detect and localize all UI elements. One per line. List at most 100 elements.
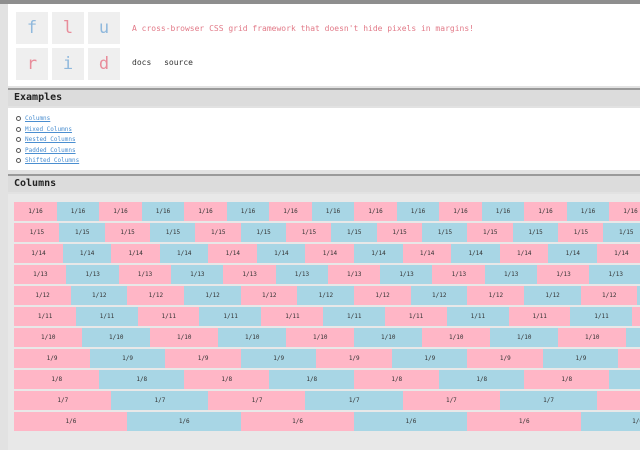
examples-section-bar: Examples	[8, 88, 640, 106]
grid-cell: 1/12	[467, 286, 525, 305]
logo-letter-f: f	[16, 12, 48, 44]
grid-cell: 1/15	[286, 223, 332, 242]
logo-letter-l: l	[52, 12, 84, 44]
grid-cell: 1/9	[14, 349, 91, 368]
grid-cell: 1/10	[150, 328, 219, 347]
grid-row: 1/81/81/81/81/81/81/81/8	[14, 370, 640, 389]
list-item: Columns	[16, 114, 79, 125]
grid-cell: 1/11	[14, 307, 77, 326]
example-link-nested-columns[interactable]: Nested Columns	[25, 136, 76, 143]
grid-cell: 1/16	[566, 202, 610, 221]
grid-cell: 1/8	[14, 370, 100, 389]
grid-cell: 1/14	[62, 244, 112, 263]
grid-cell: 1/16	[524, 202, 567, 221]
grid-cell: 1/12	[184, 286, 242, 305]
grid-cell: 1/10	[490, 328, 559, 347]
grid-cell: 1/11	[570, 307, 633, 326]
columns-panel: 1/16 1/16 1/16 1/16 1/16 1/16 1/16 1/16 1/16 1/16…	[8, 194, 640, 450]
grid-cell: 1/9	[542, 349, 619, 368]
grid-cell: 1/15	[467, 223, 514, 242]
bullet-icon	[16, 158, 21, 163]
grid-cell: 1/7	[14, 391, 112, 410]
grid-cell: 1/16	[481, 202, 525, 221]
grid-cell: 1/11	[261, 307, 324, 326]
grid-row: 1/14 1/14 1/14 1/14 1/14 1/14 1/14 1/14 1/14 1/14…	[14, 244, 640, 263]
grid-cell: 1/15	[422, 223, 468, 242]
grid-cell: 1/16	[609, 202, 640, 221]
grid-cell: 1/13	[537, 265, 590, 284]
grid-cell: 1/13	[589, 265, 640, 284]
grid-cell: 1/14	[548, 244, 598, 263]
grid-cell: 1/14	[499, 244, 549, 263]
grid-cell: 1/10	[218, 328, 287, 347]
grid-cell: 1/14	[402, 244, 452, 263]
tagline: A cross-browser CSS grid framework that …	[132, 24, 474, 33]
grid-cell: 1/10	[14, 328, 83, 347]
grid-cell: 1/8	[524, 370, 610, 389]
grid-cell: 1/9	[240, 349, 317, 368]
nav-docs-link[interactable]: docs	[132, 58, 151, 67]
grid-cell: 1/8	[609, 370, 640, 389]
grid-cell: 1/16	[354, 202, 397, 221]
grid-cell: 1/14	[208, 244, 258, 263]
columns-section-bar: Columns	[8, 174, 640, 192]
grid-cell: 1/8	[184, 370, 270, 389]
grid-cell: 1/11	[75, 307, 139, 326]
examples-heading: Examples	[14, 92, 63, 103]
grid-cell: 1/10	[558, 328, 627, 347]
example-link-columns[interactable]: Columns	[25, 115, 50, 122]
grid-row: 1/91/91/91/91/91/91/91/91/9	[14, 349, 640, 368]
grid-cell: 1/16	[141, 202, 185, 221]
example-link-padded-columns[interactable]: Padded Columns	[25, 147, 76, 154]
grid-cell: 1/12	[14, 286, 72, 305]
grid-cell: 1/13	[118, 265, 172, 284]
grid-cell: 1/13	[66, 265, 120, 284]
grid-cell: 1/14	[354, 244, 404, 263]
grid-row: 1/101/101/101/101/101/101/101/101/101/10	[14, 328, 640, 347]
grid-row: 1/61/61/61/61/61/6	[14, 412, 640, 431]
grid-row: 1/11 1/11 1/11 1/11 1/11 1/11 1/11 1/11 1/11 1/11…	[14, 307, 640, 326]
grid-cell: 1/6	[580, 412, 640, 431]
grid-cell: 1/15	[14, 223, 60, 242]
grid-cell: 1/11	[199, 307, 262, 326]
grid-cell: 1/9	[165, 349, 242, 368]
grid-cell: 1/16	[311, 202, 355, 221]
grid-cell: 1/15	[59, 223, 106, 242]
grid-cell: 1/15	[558, 223, 604, 242]
grid-cell: 1/9	[89, 349, 166, 368]
grid-cell: 1/13	[380, 265, 433, 284]
grid-cell: 1/6	[467, 412, 582, 431]
logo-letter-u: u	[88, 12, 120, 44]
bullet-icon	[16, 147, 21, 153]
grid-cell: 1/12	[410, 286, 468, 305]
list-item: Nested Columns	[16, 135, 79, 146]
grid-cell: 1/16	[184, 202, 227, 221]
columns-heading: Columns	[14, 178, 57, 189]
grid-cell: 1/10	[82, 328, 151, 347]
nav-links: docs source	[132, 58, 201, 67]
grid-cell: 1/11	[508, 307, 571, 326]
grid-row: 1/13 1/13 1/13 1/13 1/13 1/13 1/13 1/13 1/13 1/13…	[14, 265, 640, 284]
grid-cell: 1/16	[14, 202, 57, 221]
examples-panel: Columns Mixed Columns Nested Columns Pad…	[8, 108, 640, 170]
example-link-mixed-columns[interactable]: Mixed Columns	[25, 126, 72, 133]
grid-cell: 1/11	[137, 307, 200, 326]
nav-source-link[interactable]: source	[164, 58, 193, 67]
grid-cell: 1/7	[402, 391, 501, 410]
grid-cell: 1/6	[354, 412, 468, 431]
grid-cell: 1/10	[286, 328, 355, 347]
grid-cell: 1/15	[104, 223, 151, 242]
example-link-shifted-columns[interactable]: Shifted Columns	[25, 157, 79, 164]
grid-cell: 1/16	[56, 202, 100, 221]
grid-cell: 1/7	[499, 391, 598, 410]
grid-cell: 1/15	[331, 223, 378, 242]
logo-letter-r: r	[16, 48, 48, 80]
grid-cell: 1/8	[99, 370, 185, 389]
grid-cell: 1/11	[446, 307, 510, 326]
bullet-icon	[16, 126, 21, 132]
grid-cell: 1/11	[632, 307, 640, 326]
bullet-icon	[16, 116, 21, 121]
grid-cell: 1/9	[467, 349, 544, 368]
grid-cell: 1/8	[439, 370, 525, 389]
grid-cell: 1/15	[376, 223, 423, 242]
